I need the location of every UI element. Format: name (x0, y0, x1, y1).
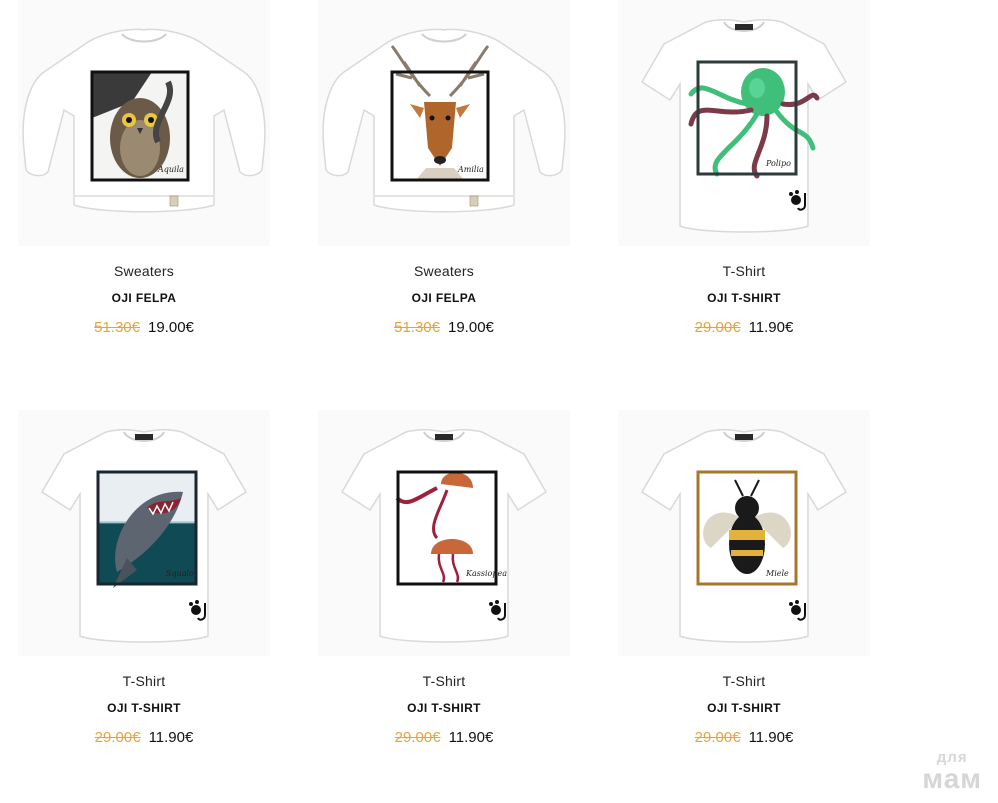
old-price: 29.00€ (694, 319, 741, 336)
product-prices: 29.00€ 11.90€ (618, 319, 870, 339)
product-meta: T-Shirt OJI T-SHIRT 29.00€ 11.90€ (618, 673, 870, 749)
product-card[interactable]: Kassiopea T-Shirt OJI T-SHIRT 29.00€ 11.90€ (318, 410, 570, 749)
product-prices: 51.30€ 19.00€ (18, 319, 270, 339)
svg-text:Polipo: Polipo (765, 159, 791, 168)
product-name-link[interactable]: OJI FELPA (318, 291, 570, 307)
product-image[interactable]: Squalo (18, 410, 270, 656)
product-meta: T-Shirt OJI T-SHIRT 29.00€ 11.90€ (318, 673, 570, 749)
product-category-link[interactable]: T-Shirt (318, 673, 570, 691)
product-meta: Sweaters OJI FELPA 51.30€ 19.00€ (18, 263, 270, 339)
product-image[interactable]: Miele (618, 410, 870, 656)
product-image[interactable]: Kassiopea (318, 410, 570, 656)
old-price: 51.30€ (94, 319, 140, 336)
watermark-logo: для мам (922, 750, 982, 793)
product-card[interactable]: Aquila Sweaters OJI FELPA 51.30€ 19.00€ (18, 0, 270, 339)
product-prices: 29.00€ 11.90€ (318, 729, 570, 749)
product-meta: T-Shirt OJI T-SHIRT 29.00€ 11.90€ (18, 673, 270, 749)
product-image[interactable]: Amilia (318, 0, 570, 246)
product-prices: 51.30€ 19.00€ (318, 319, 570, 339)
old-price: 29.00€ (394, 729, 441, 746)
svg-text:Aquila: Aquila (157, 165, 184, 174)
product-category-link[interactable]: T-Shirt (618, 263, 870, 281)
product-name-link[interactable]: OJI T-SHIRT (18, 701, 270, 717)
svg-text:Miele: Miele (765, 569, 789, 578)
old-price: 51.30€ (394, 319, 440, 336)
product-category-link[interactable]: T-Shirt (618, 673, 870, 691)
svg-text:Squalo: Squalo (166, 569, 194, 578)
sale-price: 19.00€ (148, 319, 194, 336)
product-image[interactable]: Polipo (618, 0, 870, 246)
product-grid: Aquila Sweaters OJI FELPA 51.30€ 19.00€ Amil… (0, 0, 998, 803)
product-name-link[interactable]: OJI FELPA (18, 291, 270, 307)
svg-text:Kassiopea: Kassiopea (465, 569, 507, 578)
product-meta: T-Shirt OJI T-SHIRT 29.00€ 11.90€ (618, 263, 870, 339)
product-prices: 29.00€ 11.90€ (18, 729, 270, 749)
product-card[interactable]: Squalo T-Shirt OJI T-SHIRT 29.00€ 11.90€ (18, 410, 270, 749)
sale-price: 11.90€ (748, 729, 794, 746)
product-card[interactable]: Polipo T-Shirt OJI T-SHIRT 29.00€ 11.90€ (618, 0, 870, 339)
old-price: 29.00€ (94, 729, 141, 746)
watermark-line-2: мам (922, 763, 982, 794)
product-name-link[interactable]: OJI T-SHIRT (618, 291, 870, 307)
sale-price: 19.00€ (448, 319, 494, 336)
product-name-link[interactable]: OJI T-SHIRT (318, 701, 570, 717)
sale-price: 11.90€ (148, 729, 194, 746)
product-card[interactable]: Miele T-Shirt OJI T-SHIRT 29.00€ 11.90€ (618, 410, 870, 749)
svg-text:Amilia: Amilia (457, 165, 484, 174)
product-category-link[interactable]: Sweaters (18, 263, 270, 281)
sale-price: 11.90€ (748, 319, 794, 336)
product-card[interactable]: Amilia Sweaters OJI FELPA 51.30€ 19.00€ (318, 0, 570, 339)
product-image[interactable]: Aquila (18, 0, 270, 246)
product-meta: Sweaters OJI FELPA 51.30€ 19.00€ (318, 263, 570, 339)
product-category-link[interactable]: T-Shirt (18, 673, 270, 691)
product-prices: 29.00€ 11.90€ (618, 729, 870, 749)
product-name-link[interactable]: OJI T-SHIRT (618, 701, 870, 717)
sale-price: 11.90€ (448, 729, 494, 746)
old-price: 29.00€ (694, 729, 741, 746)
product-category-link[interactable]: Sweaters (318, 263, 570, 281)
